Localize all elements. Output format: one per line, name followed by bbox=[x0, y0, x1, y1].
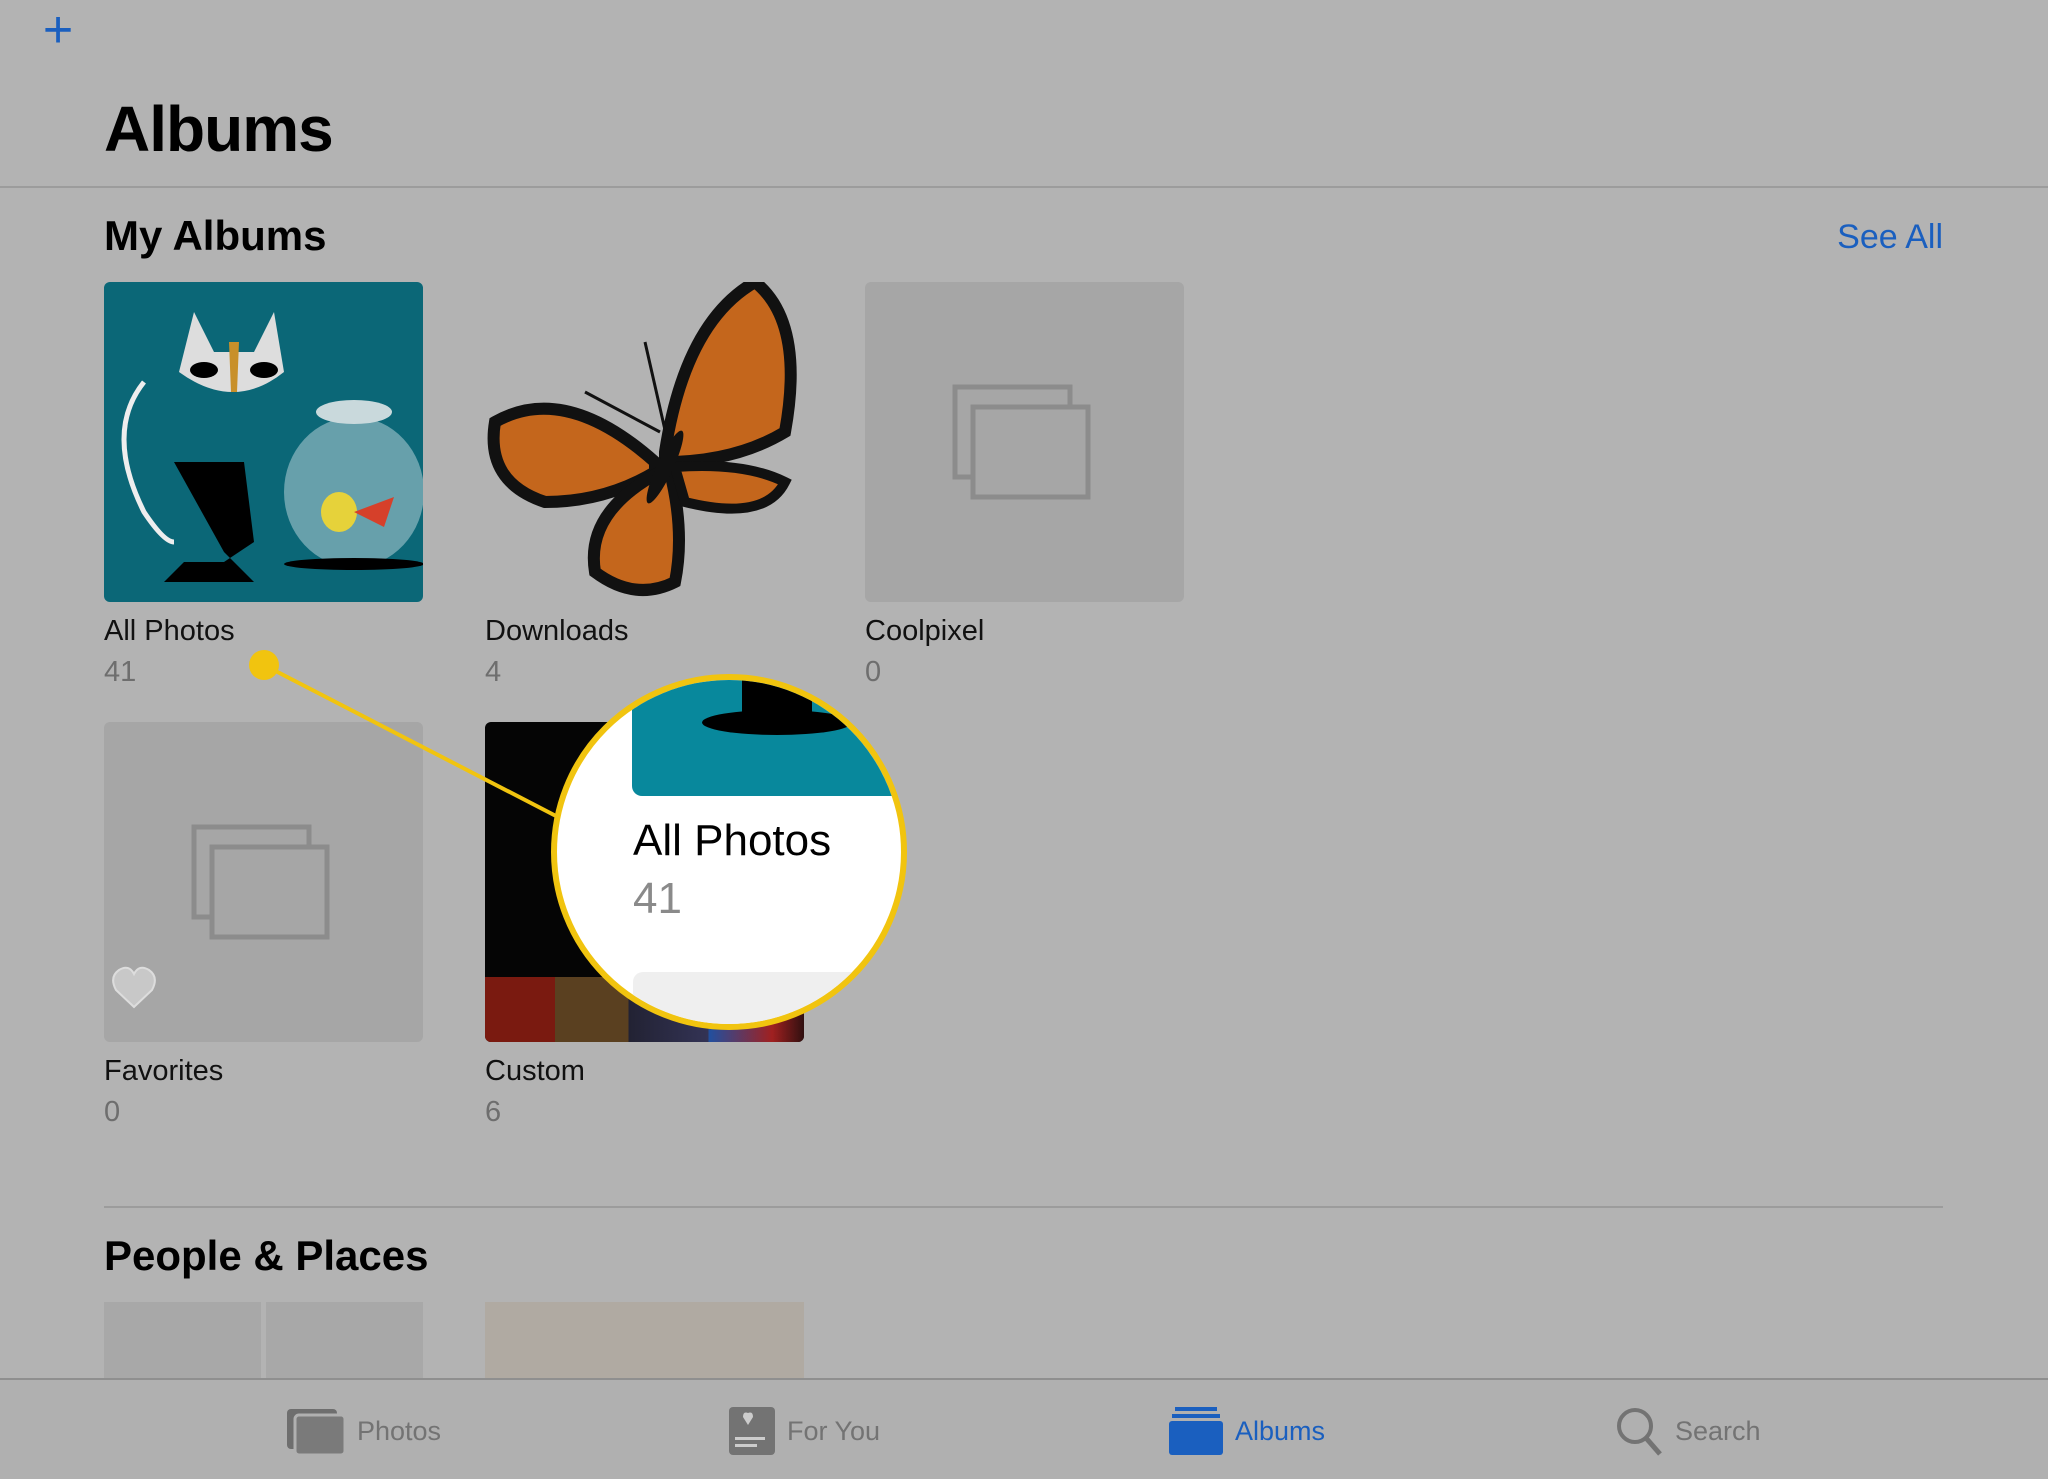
tab-label: For You bbox=[787, 1415, 881, 1446]
callout-line bbox=[249, 650, 557, 818]
tab-for-you[interactable]: For You bbox=[729, 1406, 880, 1456]
zoomed-album-name: All Photos bbox=[633, 816, 832, 865]
tab-albums[interactable]: Albums bbox=[1169, 1406, 1325, 1456]
tab-bar: Photos For You Albums Search bbox=[0, 1378, 2048, 1479]
search-icon bbox=[1617, 1408, 1662, 1456]
tab-label: Search bbox=[1675, 1415, 1761, 1446]
tab-label: Albums bbox=[1235, 1415, 1326, 1446]
tab-search[interactable]: Search bbox=[1615, 1406, 1761, 1456]
photos-icon bbox=[287, 1409, 345, 1455]
tab-photos[interactable]: Photos bbox=[287, 1406, 441, 1456]
zoomed-next-thumbnail bbox=[633, 972, 901, 1024]
albums-icon bbox=[1169, 1407, 1223, 1455]
for-you-icon bbox=[729, 1407, 775, 1455]
zoomed-album-count: 41 bbox=[633, 874, 682, 923]
zoomed-thumbnail bbox=[632, 680, 901, 796]
magnifier-callout: All Photos 41 bbox=[551, 674, 907, 1030]
tab-label: Photos bbox=[357, 1415, 442, 1446]
